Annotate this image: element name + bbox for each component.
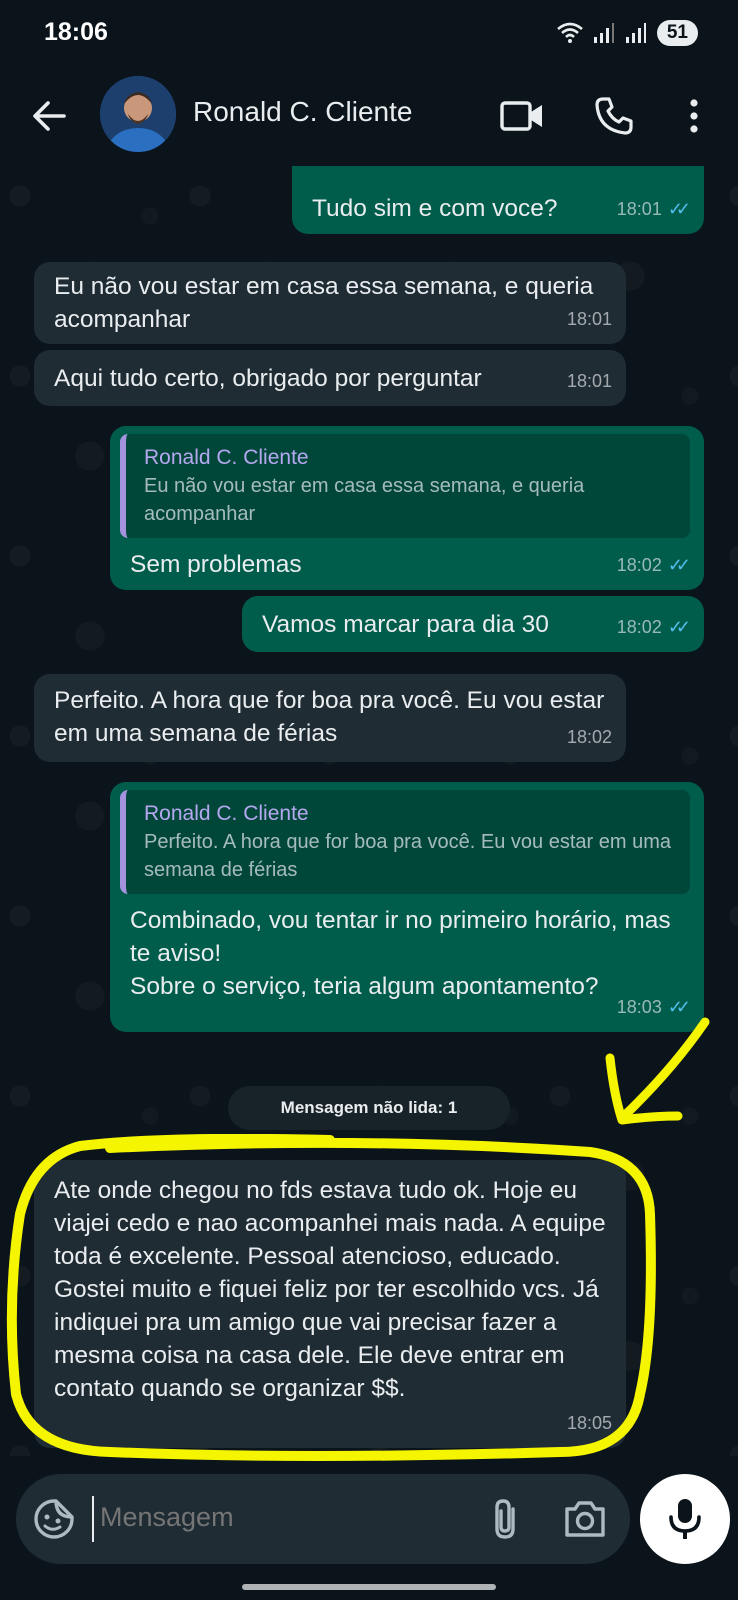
microphone-icon <box>669 1499 701 1539</box>
message-text: Aqui tudo certo, obrigado por perguntar <box>54 365 482 392</box>
status-bar: 18:06 51 <box>0 0 738 70</box>
chat-header: Ronald C. Cliente <box>0 70 738 166</box>
message-input[interactable] <box>100 1502 470 1533</box>
text-cursor <box>92 1496 94 1542</box>
voice-call-button[interactable] <box>590 92 638 140</box>
message-text: Vamos marcar para dia 30 <box>262 611 549 638</box>
video-call-button[interactable] <box>498 92 546 140</box>
message-bubble-outgoing[interactable]: Vamos marcar para dia 30 18:02 ✓✓ <box>242 596 704 652</box>
quoted-message[interactable]: Ronald C. Cliente Perfeito. A hora que f… <box>120 790 690 894</box>
camera-icon <box>565 1501 605 1537</box>
message-time: 18:02 <box>616 555 662 575</box>
wifi-icon <box>557 22 583 43</box>
message-time: 18:02 <box>616 617 662 637</box>
double-check-icon: ✓✓ <box>667 199 691 219</box>
double-check-icon: ✓✓ <box>667 555 691 575</box>
contact-name[interactable]: Ronald C. Cliente <box>193 96 412 128</box>
message-text: Perfeito. A hora que for boa pra você. E… <box>54 687 605 747</box>
message-meta: 18:02 ✓✓ <box>616 611 691 644</box>
more-vert-icon <box>690 99 698 133</box>
phone-icon <box>595 97 633 135</box>
paperclip-icon <box>495 1499 515 1539</box>
message-text: Sem problemas <box>130 551 302 578</box>
message-meta: 18:01 ✓✓ <box>616 193 691 226</box>
quoted-message[interactable]: Ronald C. Cliente Eu não vou estar em ca… <box>120 434 690 538</box>
highlight-arrow-annotation <box>605 1017 710 1125</box>
arrow-left-icon <box>33 101 66 131</box>
highlight-circle-annotation <box>6 1134 656 1461</box>
status-time: 18:06 <box>44 18 108 46</box>
back-button[interactable] <box>26 92 74 140</box>
signal-icon <box>593 23 614 43</box>
quote-text: Eu não vou estar em casa essa semana, e … <box>144 475 585 525</box>
message-meta: 18:02 <box>567 721 612 754</box>
message-bubble-outgoing[interactable]: Ronald C. Cliente Eu não vou estar em ca… <box>110 426 704 590</box>
battery-indicator: 51 <box>656 20 698 46</box>
message-meta: 18:01 <box>567 303 612 336</box>
message-bubble-outgoing[interactable]: Ronald C. Cliente Perfeito. A hora que f… <box>110 782 704 1032</box>
double-check-icon: ✓✓ <box>667 617 691 637</box>
status-icons: 51 <box>557 20 698 46</box>
message-time: 18:01 <box>566 309 612 329</box>
quote-text: Perfeito. A hora que for boa pra você. E… <box>144 831 671 881</box>
message-text: Tudo sim e com voce? <box>312 195 558 222</box>
camera-button[interactable] <box>561 1495 609 1543</box>
message-bubble-incoming[interactable]: Perfeito. A hora que for boa pra você. E… <box>34 674 626 762</box>
message-time: 18:01 <box>566 371 612 391</box>
message-time: 18:02 <box>566 727 612 747</box>
person-photo <box>100 76 176 152</box>
message-text: Combinado, vou tentar ir no primeiro hor… <box>130 907 671 1000</box>
voice-record-button[interactable] <box>640 1474 730 1564</box>
message-time: 18:01 <box>616 199 662 219</box>
quote-author: Ronald C. Cliente <box>144 446 309 469</box>
message-bubble-outgoing[interactable]: Tudo sim e com voce? 18:01 ✓✓ <box>292 166 704 234</box>
sticker-button[interactable] <box>30 1495 78 1543</box>
message-composer[interactable] <box>16 1474 630 1564</box>
unread-messages-divider: Mensagem não lida: 1 <box>228 1086 510 1130</box>
message-meta: 18:01 <box>567 365 612 398</box>
avatar[interactable] <box>100 76 176 152</box>
message-bubble-incoming[interactable]: Eu não vou estar em casa essa semana, e … <box>34 262 626 344</box>
more-options-button[interactable] <box>670 92 718 140</box>
message-meta: 18:02 ✓✓ <box>616 549 691 582</box>
attach-button[interactable] <box>483 1495 531 1543</box>
signal-icon <box>625 23 646 43</box>
sticker-icon <box>34 1499 74 1539</box>
message-bubble-incoming[interactable]: Aqui tudo certo, obrigado por perguntar … <box>34 350 626 406</box>
message-text: Eu não vou estar em casa essa semana, e … <box>54 273 594 333</box>
quote-author: Ronald C. Cliente <box>144 802 309 825</box>
video-camera-icon <box>500 101 542 131</box>
gesture-nav-handle[interactable] <box>242 1584 496 1590</box>
